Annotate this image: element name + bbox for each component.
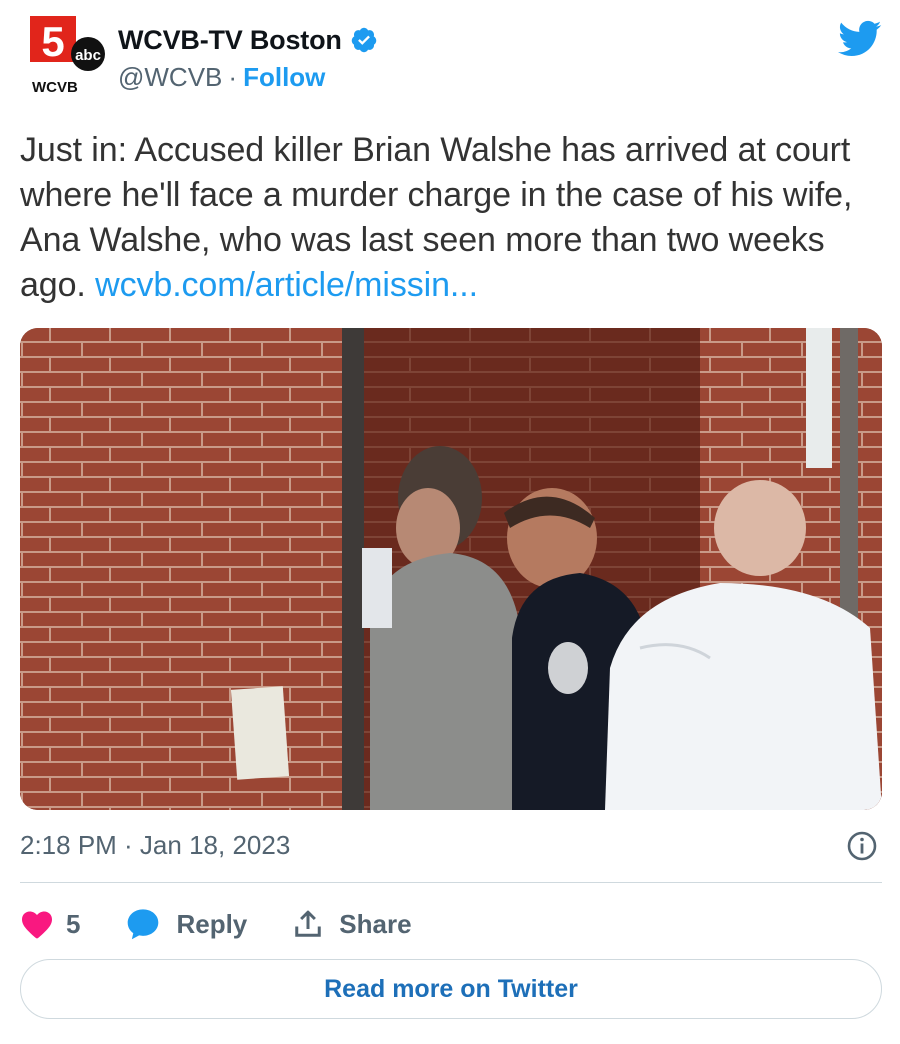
share-button[interactable]: Share: [293, 908, 412, 940]
heart-icon: [22, 911, 52, 939]
twitter-bird-icon[interactable]: [838, 20, 882, 58]
read-more-button[interactable]: Read more on Twitter: [20, 959, 882, 1019]
wcvb-logo-text: WCVB: [32, 79, 78, 96]
account-logo[interactable]: 5 abc WCVB: [28, 14, 112, 98]
handle[interactable]: @WCVB: [118, 62, 222, 93]
follow-button[interactable]: Follow: [243, 62, 325, 93]
like-button[interactable]: 5: [20, 909, 80, 940]
svg-text:5: 5: [41, 18, 64, 65]
like-count: 5: [66, 908, 81, 939]
verified-badge-icon: [351, 27, 376, 53]
share-label: Share: [339, 908, 412, 939]
embedded-tweet: 5 abc WCVB WCVB-TV Boston @WCVB · Follow…: [0, 0, 900, 1044]
tweet-text: Just in: Accused killer Brian Walshe has…: [20, 128, 886, 308]
user-info: WCVB-TV Boston @WCVB · Follow: [118, 22, 378, 93]
reply-bubble-icon: [128, 909, 159, 940]
tweet-actions: 5 Reply Share: [20, 900, 412, 948]
video-still-photo: [20, 328, 882, 810]
info-icon[interactable]: [846, 830, 878, 862]
separator-dot: ·: [228, 62, 238, 92]
tweet-timestamp[interactable]: 2:18 PM · Jan 18, 2023: [20, 830, 290, 861]
divider: [20, 882, 882, 883]
reply-button[interactable]: Reply: [126, 908, 247, 940]
display-name[interactable]: WCVB-TV Boston: [118, 25, 342, 56]
abc-logo-text: abc: [75, 47, 101, 64]
article-link[interactable]: wcvb.com/article/missin...: [95, 266, 478, 304]
wcvb-logo-icon: 5 abc WCVB: [30, 16, 105, 96]
tweet-media-image[interactable]: [20, 328, 882, 810]
reply-label: Reply: [176, 908, 248, 939]
share-upload-icon: [295, 910, 322, 937]
